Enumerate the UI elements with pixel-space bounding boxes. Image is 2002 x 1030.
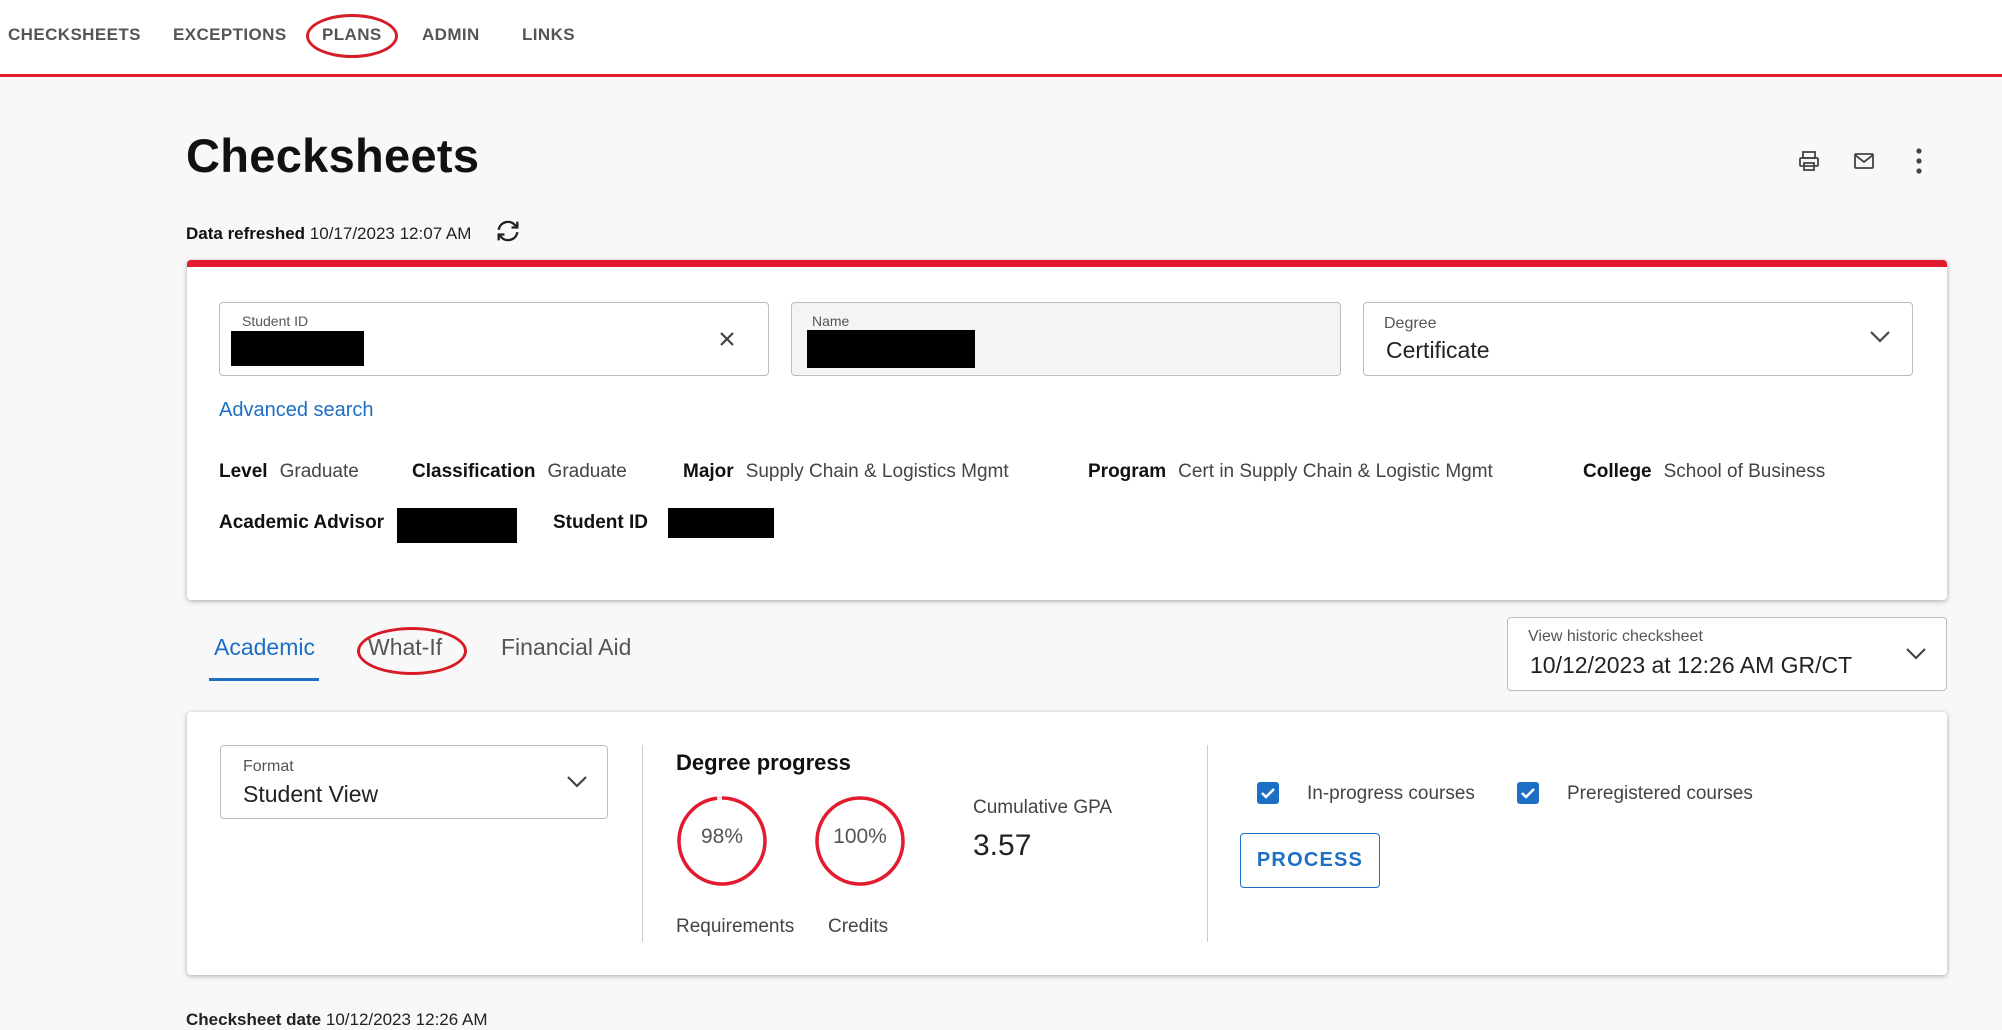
top-nav: CHECKSHEETS EXCEPTIONS PLANS ADMIN LINKS: [0, 0, 2002, 77]
meta-college-label: College: [1583, 461, 1652, 482]
refreshed-value: 10/17/2023 12:07 AM: [309, 224, 472, 243]
format-select[interactable]: Format Student View: [220, 745, 608, 819]
redacted-student-id: [231, 331, 364, 366]
degree-label: Degree: [1384, 315, 1437, 332]
nav-checksheets[interactable]: CHECKSHEETS: [8, 25, 141, 45]
redacted-name: [807, 330, 975, 368]
nav-admin[interactable]: ADMIN: [422, 25, 480, 45]
tab-financial-aid[interactable]: Financial Aid: [501, 634, 631, 661]
mail-icon[interactable]: [1849, 146, 1879, 176]
historic-checksheet-select[interactable]: View historic checksheet 10/12/2023 at 1…: [1507, 617, 1947, 691]
meta-major-label: Major: [683, 461, 734, 482]
checksheet-date-value: 10/12/2023 12:26 AM: [325, 1010, 488, 1029]
credits-label: Credits: [828, 916, 889, 937]
student-id-field[interactable]: Student ID: [219, 302, 769, 376]
redacted-student-id-2: [668, 508, 774, 538]
refresh-icon[interactable]: [494, 217, 522, 245]
chevron-down-icon: [567, 776, 587, 788]
redacted-advisor: [397, 508, 517, 543]
nav-plans[interactable]: PLANS: [322, 25, 382, 45]
historic-label: View historic checksheet: [1528, 628, 1703, 645]
checksheet-date: Checksheet date 10/12/2023 12:26 AM: [186, 1010, 488, 1030]
chevron-down-icon: [1906, 648, 1926, 660]
requirements-percent: 98%: [700, 825, 744, 848]
credits-percent: 100%: [833, 825, 887, 848]
tab-academic[interactable]: Academic: [214, 634, 315, 661]
inprogress-checkbox[interactable]: [1257, 782, 1279, 804]
meta-major: Major Supply Chain & Logistics Mgmt: [683, 461, 1009, 483]
checksheet-date-label: Checksheet date: [186, 1010, 322, 1029]
nav-links[interactable]: LINKS: [522, 25, 575, 45]
name-label: Name: [812, 313, 850, 329]
meta-college: College School of Business: [1583, 461, 1825, 483]
process-button[interactable]: PROCESS: [1240, 833, 1380, 888]
print-icon[interactable]: [1794, 146, 1824, 176]
meta-program-label: Program: [1088, 461, 1167, 482]
degree-value: Certificate: [1386, 337, 1490, 363]
nav-exceptions[interactable]: EXCEPTIONS: [173, 25, 287, 45]
historic-value: 10/12/2023 at 12:26 AM GR/CT: [1530, 652, 1853, 678]
student-id-label: Student ID: [242, 313, 309, 329]
meta-level: Level Graduate: [219, 461, 359, 483]
gpa-value: 3.57: [973, 829, 1032, 862]
degree-select[interactable]: Degree Certificate: [1363, 302, 1913, 376]
meta-level-label: Level: [219, 461, 268, 482]
format-value: Student View: [243, 781, 379, 807]
more-vertical-icon[interactable]: [1904, 146, 1934, 176]
credits-gauge: 100%: [814, 795, 906, 887]
meta-advisor: Academic Advisor: [219, 512, 396, 534]
page-title: Checksheets: [186, 129, 480, 182]
name-field: Name: [791, 302, 1341, 376]
prereg-label: Preregistered courses: [1567, 783, 1753, 804]
meta-student-id: Student ID: [553, 512, 660, 534]
meta-classification-label: Classification: [412, 461, 536, 482]
meta-classification-value: Graduate: [547, 461, 627, 482]
degree-progress-title: Degree progress: [676, 750, 851, 775]
clear-icon[interactable]: [715, 327, 739, 351]
data-refreshed: Data refreshed 10/17/2023 12:07 AM: [186, 224, 471, 244]
tab-active-indicator: [209, 678, 319, 681]
chevron-down-icon: [1870, 331, 1890, 343]
student-id-label2: Student ID: [553, 512, 648, 533]
prereg-checkbox[interactable]: [1517, 782, 1539, 804]
refreshed-label: Data refreshed: [186, 224, 306, 243]
gpa-label: Cumulative GPA: [973, 797, 1113, 818]
tab-what-if[interactable]: What-If: [368, 634, 442, 661]
advanced-search-link[interactable]: Advanced search: [219, 399, 374, 422]
meta-major-value: Supply Chain & Logistics Mgmt: [745, 461, 1009, 482]
meta-program-value: Cert in Supply Chain & Logistic Mgmt: [1178, 461, 1493, 482]
inprogress-label: In-progress courses: [1307, 783, 1475, 804]
format-label: Format: [243, 758, 294, 775]
meta-program: Program Cert in Supply Chain & Logistic M…: [1088, 461, 1493, 483]
divider-2: [1207, 745, 1208, 942]
advisor-label: Academic Advisor: [219, 512, 385, 533]
meta-level-value: Graduate: [279, 461, 359, 482]
requirements-gauge: 98%: [676, 795, 768, 887]
divider-1: [642, 745, 643, 942]
requirements-label: Requirements: [676, 916, 795, 937]
meta-classification: Classification Graduate: [412, 461, 627, 483]
meta-college-value: School of Business: [1663, 461, 1826, 482]
